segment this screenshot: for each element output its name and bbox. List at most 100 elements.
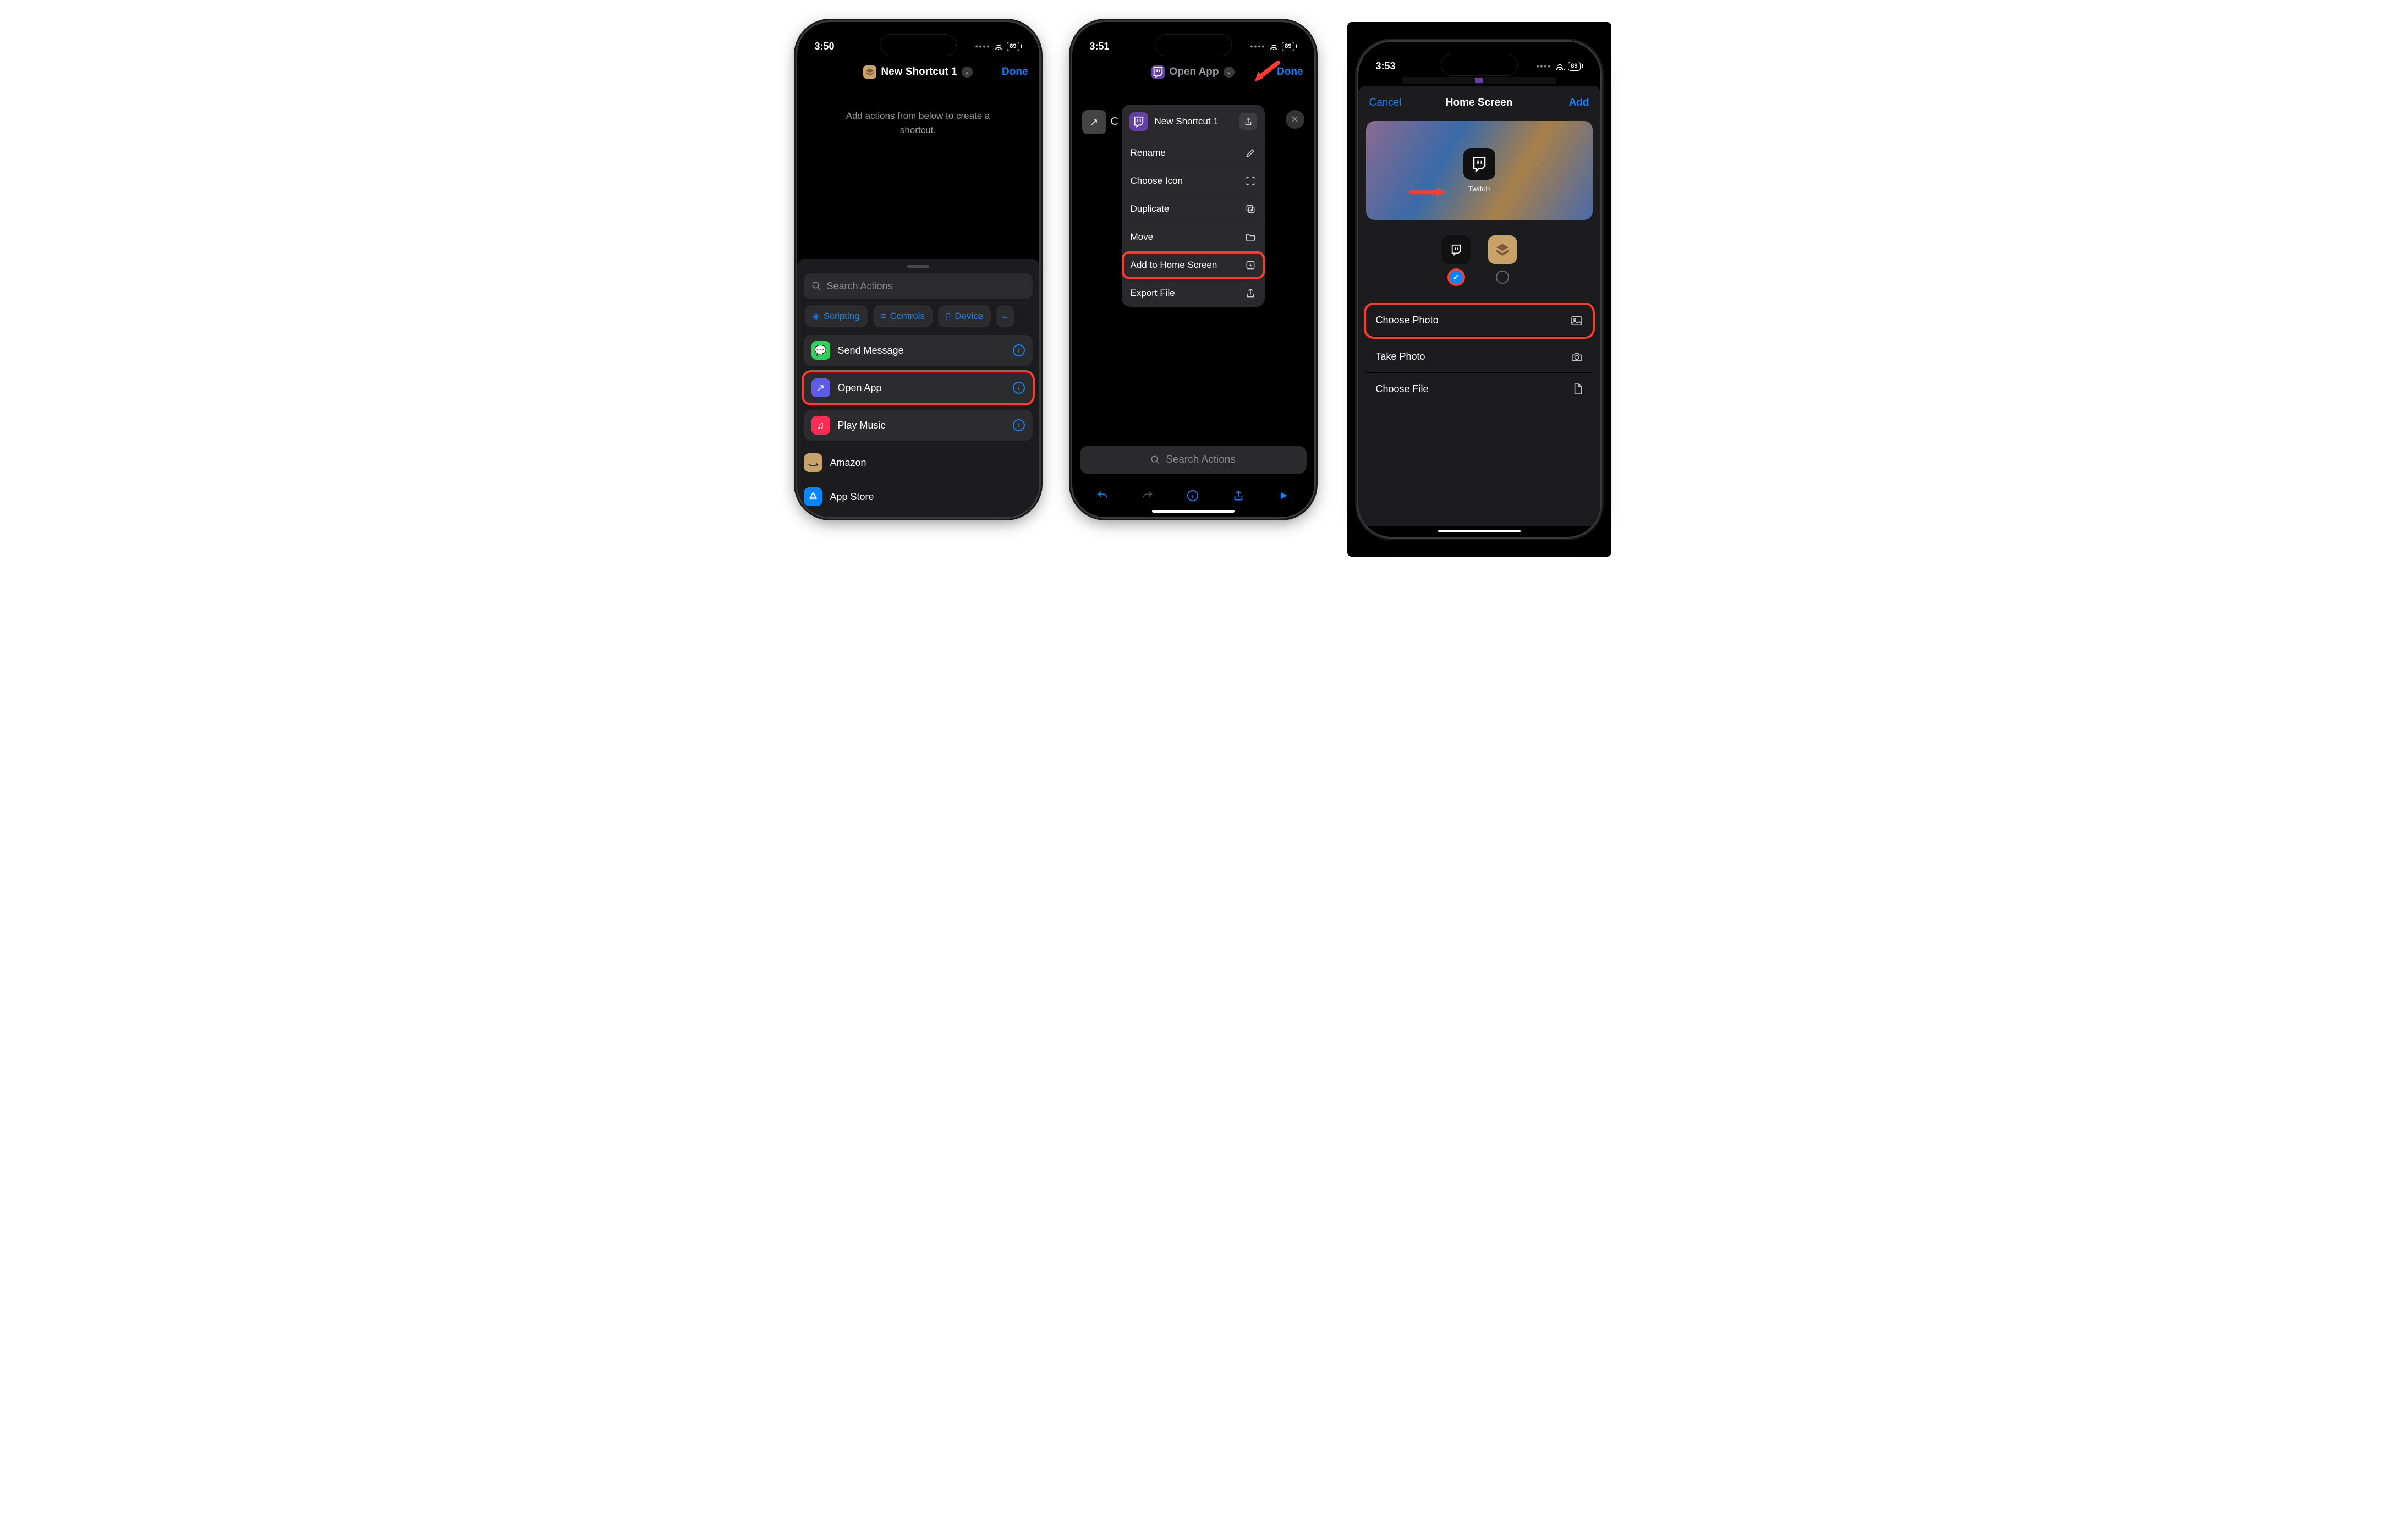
- radio-selected[interactable]: [1450, 271, 1463, 284]
- chip-scripting[interactable]: ◈Scripting: [805, 305, 868, 327]
- nav-bar: Cancel Home Screen Add: [1358, 86, 1600, 116]
- action-label: Open App: [838, 382, 882, 394]
- cellular-icon: ••••: [975, 42, 991, 51]
- menu-label: Duplicate: [1131, 204, 1170, 215]
- open-app-icon: ↗: [811, 378, 830, 397]
- option-choose-file[interactable]: Choose File: [1366, 373, 1593, 405]
- share-button[interactable]: [1239, 113, 1257, 130]
- duplicate-icon: [1245, 204, 1256, 215]
- camera-icon: [1571, 352, 1583, 362]
- actions-sheet[interactable]: Search Actions ◈Scripting ≡Controls ▯Dev…: [797, 259, 1039, 517]
- chip-more[interactable]: ←: [996, 305, 1014, 327]
- page-title[interactable]: New Shortcut 1 ⌄: [863, 65, 972, 79]
- menu-choose-icon[interactable]: Choose Icon: [1122, 167, 1265, 195]
- home-indicator[interactable]: [1152, 510, 1235, 513]
- menu-export-file[interactable]: Export File: [1122, 279, 1265, 307]
- icon-choice-default[interactable]: [1488, 235, 1517, 284]
- chevron-down-icon[interactable]: ⌄: [1224, 67, 1235, 78]
- menu-add-to-home-screen[interactable]: Add to Home Screen: [1122, 251, 1265, 279]
- redo-button[interactable]: [1140, 488, 1155, 503]
- dynamic-island: [1155, 34, 1232, 56]
- menu-label: Choose Icon: [1131, 175, 1183, 186]
- search-icon: [811, 281, 821, 291]
- nav-bar: New Shortcut 1 ⌄ Done: [797, 57, 1039, 87]
- action-label: Amazon: [830, 457, 866, 469]
- info-icon[interactable]: i: [1013, 382, 1025, 394]
- option-choose-photo[interactable]: Choose Photo: [1366, 305, 1593, 337]
- undo-button[interactable]: [1095, 488, 1110, 503]
- radio-unselected[interactable]: [1496, 271, 1509, 284]
- info-icon[interactable]: i: [1013, 419, 1025, 431]
- twitch-icon: [1442, 235, 1471, 264]
- info-button[interactable]: [1186, 488, 1200, 503]
- search-input[interactable]: Search Actions: [804, 273, 1033, 299]
- search-placeholder: Search Actions: [827, 281, 893, 292]
- title-label: New Shortcut 1: [881, 66, 957, 78]
- action-play-music[interactable]: ♫ Play Music i: [804, 410, 1033, 441]
- twitch-icon: [1129, 112, 1148, 131]
- info-icon[interactable]: i: [1013, 344, 1025, 356]
- search-placeholder: Search Actions: [1166, 454, 1236, 466]
- popover-header: New Shortcut 1: [1122, 105, 1265, 139]
- app-icon-preview: [1463, 148, 1495, 180]
- device-icon: ▯: [946, 311, 951, 322]
- empty-hint: Add actions from below to create a short…: [797, 87, 1039, 137]
- menu-label: Add to Home Screen: [1131, 260, 1217, 271]
- home-screen-preview: Twitch: [1366, 121, 1593, 220]
- search-input[interactable]: Search Actions: [1080, 446, 1307, 474]
- clear-action-icon[interactable]: ✕: [1286, 110, 1304, 129]
- action-send-message[interactable]: 💬 Send Message i: [804, 335, 1033, 366]
- controls-icon: ≡: [881, 311, 886, 322]
- dynamic-island: [880, 34, 957, 56]
- action-block-icon: ↗: [1082, 110, 1106, 134]
- action-block-label-partial: C: [1111, 116, 1118, 128]
- share-button[interactable]: [1231, 488, 1246, 503]
- photo-source-list: Choose Photo Take Photo Choose File: [1366, 305, 1593, 405]
- cancel-button[interactable]: Cancel: [1369, 97, 1402, 109]
- option-label: Choose File: [1376, 383, 1429, 395]
- home-indicator[interactable]: [1438, 530, 1521, 532]
- add-button[interactable]: Add: [1569, 97, 1589, 109]
- battery-icon: 89: [1568, 62, 1582, 71]
- status-time: 3:53: [1376, 61, 1396, 72]
- menu-move[interactable]: Move: [1122, 223, 1265, 251]
- run-button[interactable]: [1276, 488, 1291, 503]
- phone-screen-3: 3:53 •••• 89 Cancel Home Screen Add Twit…: [1358, 42, 1600, 537]
- shortcut-name-label: New Shortcut 1: [1155, 116, 1219, 127]
- status-time: 3:50: [815, 41, 835, 52]
- app-name-label[interactable]: Twitch: [1468, 184, 1490, 193]
- music-icon: ♫: [811, 416, 830, 435]
- chip-controls[interactable]: ≡Controls: [873, 305, 933, 327]
- amazon-icon: [804, 453, 822, 472]
- dynamic-island: [1441, 54, 1518, 76]
- done-button[interactable]: Done: [1002, 66, 1028, 78]
- preview-card: Twitch: [1366, 121, 1593, 220]
- annotation-arrow-icon: [1409, 186, 1447, 198]
- wifi-icon: [1555, 62, 1565, 70]
- option-label: Take Photo: [1376, 351, 1425, 362]
- page-title[interactable]: Open App ⌄: [1151, 65, 1234, 79]
- icon-choice-custom[interactable]: [1442, 235, 1471, 284]
- grabber[interactable]: [907, 265, 929, 268]
- wifi-icon: [1269, 42, 1279, 50]
- battery-icon: 89: [1007, 42, 1021, 51]
- status-time: 3:51: [1090, 41, 1110, 52]
- chevron-down-icon[interactable]: ⌄: [962, 67, 973, 78]
- battery-icon: 89: [1282, 42, 1296, 51]
- action-open-app[interactable]: ↗ Open App i: [804, 372, 1033, 403]
- appstore-icon: [804, 487, 822, 506]
- twitch-icon: [1151, 65, 1165, 79]
- option-take-photo[interactable]: Take Photo: [1366, 341, 1593, 373]
- menu-rename[interactable]: Rename: [1122, 139, 1265, 167]
- menu-label: Rename: [1131, 147, 1166, 158]
- action-appstore[interactable]: App Store: [804, 481, 1033, 512]
- plus-square-icon: [1245, 260, 1256, 271]
- menu-label: Export File: [1131, 288, 1175, 299]
- share-icon: [1245, 288, 1256, 299]
- page-title: Home Screen: [1446, 97, 1512, 109]
- chip-device[interactable]: ▯Device: [938, 305, 991, 327]
- menu-duplicate[interactable]: Duplicate: [1122, 195, 1265, 223]
- messages-icon: 💬: [811, 341, 830, 360]
- action-label: App Store: [830, 491, 874, 503]
- action-amazon[interactable]: Amazon: [804, 447, 1033, 478]
